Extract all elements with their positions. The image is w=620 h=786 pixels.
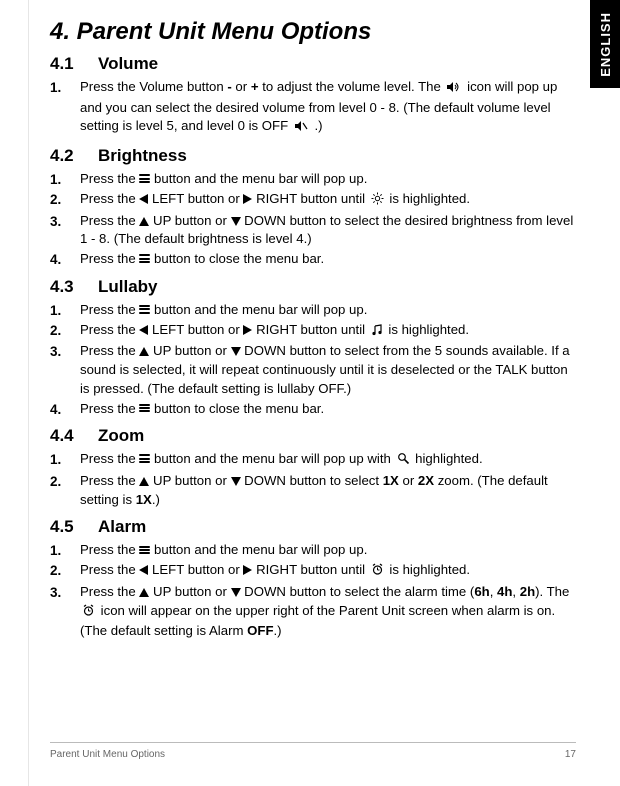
section-4-3-steps: Press the button and the menu bar will p… [50,301,576,418]
menu-icon [139,304,150,315]
list-item: Press the button and the menu bar will p… [50,301,576,320]
alarm-clock-icon [82,604,95,623]
menu-icon [139,173,150,184]
section-4-4-steps: Press the button and the menu bar will p… [50,450,576,509]
page-footer: Parent Unit Menu Options 17 [50,742,576,760]
up-arrow-icon [139,347,149,356]
list-item: Press the Volume button - or + to adjust… [50,78,576,138]
down-arrow-icon [231,588,241,597]
down-arrow-icon [231,477,241,486]
list-item: Press the button and the menu bar will p… [50,541,576,560]
up-arrow-icon [139,477,149,486]
section-4-2-steps: Press the button and the menu bar will p… [50,170,576,269]
zoom-icon [397,452,410,471]
speaker-mute-icon [294,119,309,138]
list-item: Press the UP button or DOWN button to se… [50,583,576,641]
section-4-2-heading: 4.2Brightness [50,146,576,166]
list-item: Press the UP button or DOWN button to se… [50,342,576,398]
menu-icon [139,544,150,555]
page-title: 4. Parent Unit Menu Options [50,18,576,46]
list-item: Press the UP button or DOWN button to se… [50,472,576,509]
list-item: Press the UP button or DOWN button to se… [50,212,576,249]
section-4-1-steps: Press the Volume button - or + to adjust… [50,78,576,138]
down-arrow-icon [231,347,241,356]
page-content: 4. Parent Unit Menu Options 4.1Volume Pr… [0,0,620,641]
list-item: Press the button to close the menu bar. [50,250,576,269]
menu-icon [139,402,150,413]
up-arrow-icon [139,217,149,226]
section-4-4-heading: 4.4Zoom [50,426,576,446]
section-4-5-heading: 4.5Alarm [50,517,576,537]
section-4-1-heading: 4.1Volume [50,54,576,74]
down-arrow-icon [231,217,241,226]
speaker-icon [446,80,461,99]
alarm-clock-icon [371,563,384,582]
section-4-5-steps: Press the button and the menu bar will p… [50,541,576,641]
menu-icon [139,253,150,264]
list-item: Press the button and the menu bar will p… [50,170,576,189]
up-arrow-icon [139,588,149,597]
music-note-icon [371,323,383,342]
brightness-icon [371,192,384,211]
list-item: Press the LEFT button or RIGHT button un… [50,321,576,342]
section-4-3-heading: 4.3Lullaby [50,277,576,297]
page-number: 17 [565,749,576,760]
list-item: Press the LEFT button or RIGHT button un… [50,561,576,582]
list-item: Press the button and the menu bar will p… [50,450,576,471]
list-item: Press the button to close the menu bar. [50,400,576,419]
footer-title: Parent Unit Menu Options [50,749,165,760]
list-item: Press the LEFT button or RIGHT button un… [50,190,576,211]
menu-icon [139,453,150,464]
